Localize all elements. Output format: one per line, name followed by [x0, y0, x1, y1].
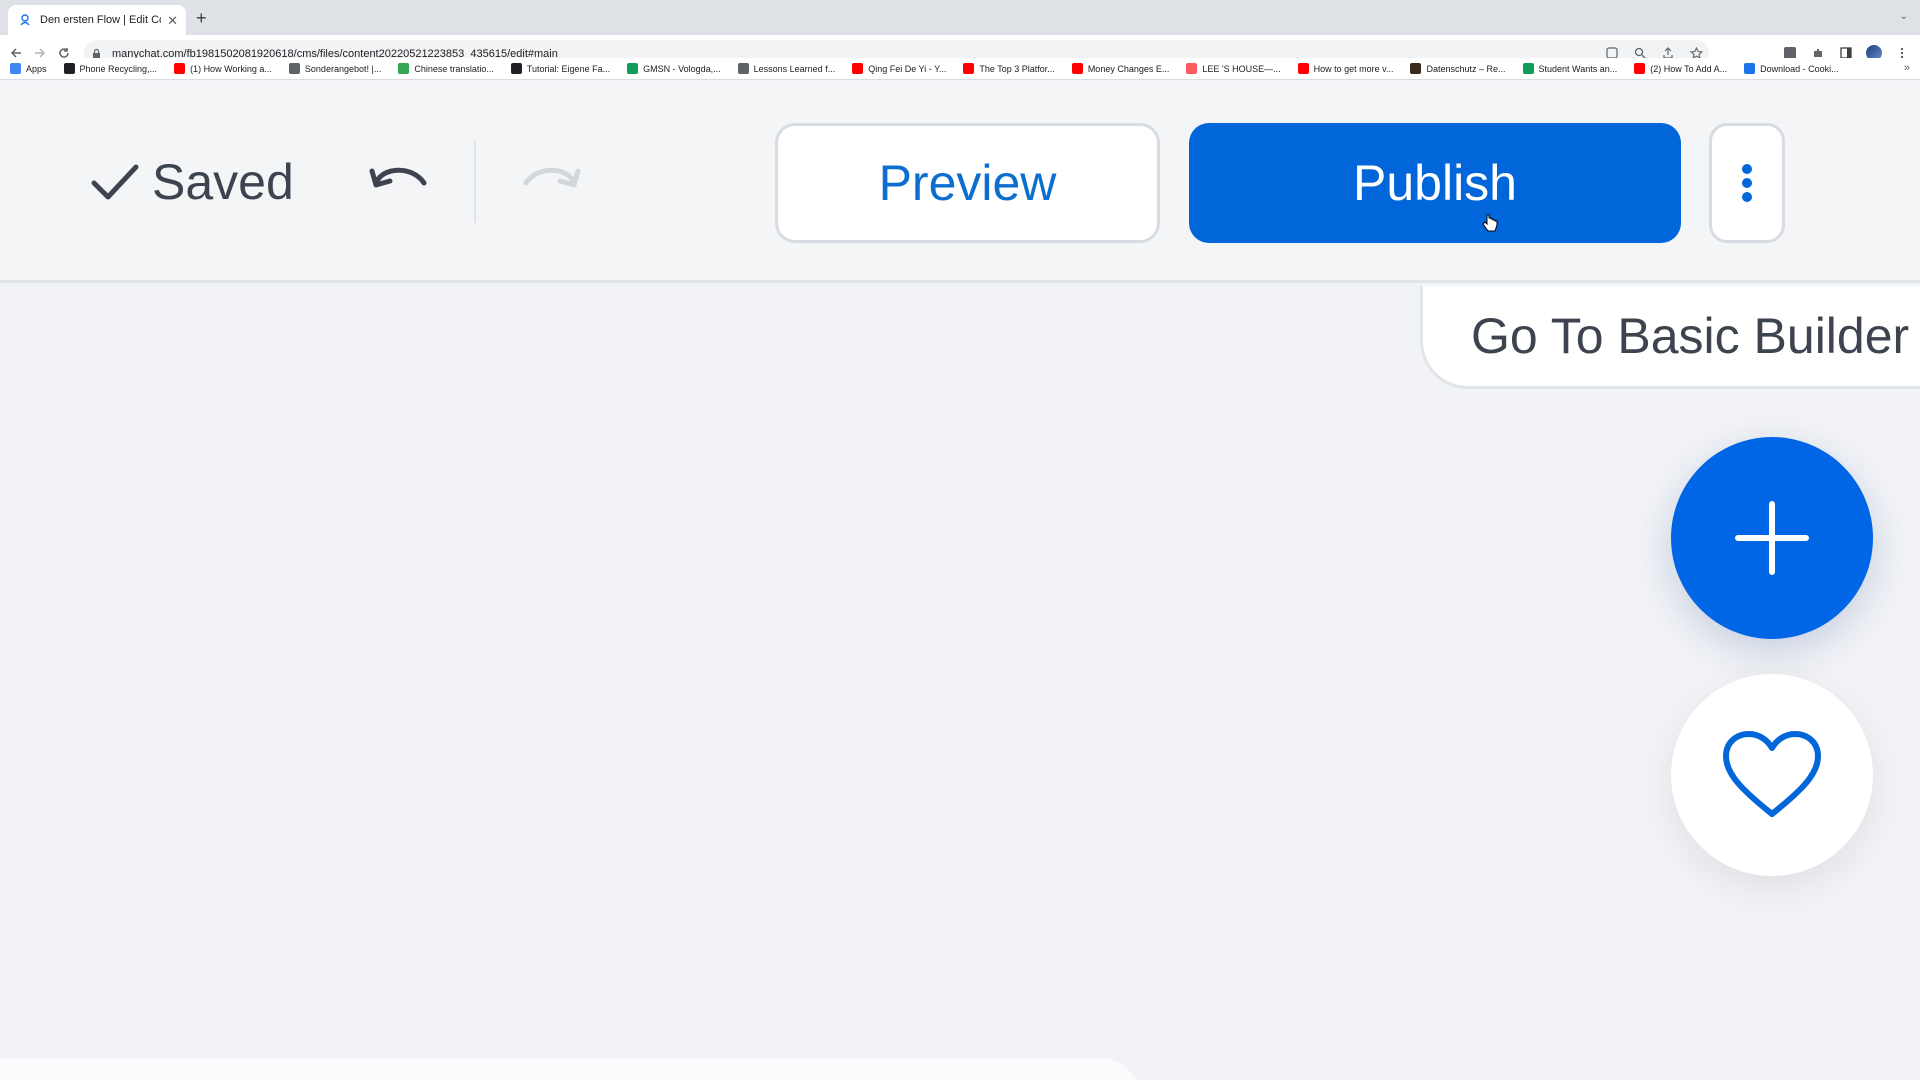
- toolbar-divider: [474, 141, 476, 223]
- bookmark-item[interactable]: Lessons Learned f...: [737, 63, 836, 74]
- bookmark-label: Chinese translatio...: [414, 63, 494, 74]
- bookmark-item[interactable]: Apps: [10, 63, 47, 74]
- add-block-button[interactable]: [1671, 437, 1873, 639]
- go-to-basic-builder-button[interactable]: Go To Basic Builder: [1420, 286, 1920, 389]
- bookmark-item[interactable]: LEE 'S HOUSE—...: [1186, 63, 1281, 74]
- favorites-button[interactable]: [1671, 674, 1873, 876]
- bookmark-favicon-icon: [1186, 63, 1198, 74]
- more-options-button[interactable]: [1709, 123, 1785, 243]
- new-tab-icon[interactable]: +: [196, 9, 207, 27]
- checkmark-icon: [91, 164, 139, 200]
- bookmark-item[interactable]: GMSN - Vologda,...: [627, 63, 721, 74]
- bookmark-favicon-icon: [398, 63, 410, 74]
- bookmark-item[interactable]: Student Wants an...: [1522, 63, 1618, 74]
- bookmark-label: Lessons Learned f...: [753, 63, 836, 74]
- browser-tab-strip: Den ersten Flow | Edit Content ✕ + ⌄: [0, 0, 1920, 35]
- bookmarks-bar: Apps Phone Recycling,... (1) How Working a…: [0, 58, 1920, 80]
- bookmark-favicon-icon: [1744, 63, 1756, 74]
- editor-header: Saved Preview Publish: [0, 81, 1920, 283]
- bookmark-item[interactable]: Sonderangebot! |...: [288, 63, 382, 74]
- bookmark-favicon-icon: [963, 63, 975, 74]
- bookmark-favicon-icon: [1297, 63, 1309, 74]
- bookmark-label: (1) How Working a...: [190, 63, 272, 74]
- saved-label: Saved: [152, 154, 294, 210]
- bookmark-label: How to get more v...: [1313, 63, 1394, 74]
- bookmark-item[interactable]: (2) How To Add A...: [1634, 63, 1727, 74]
- bookmark-label: LEE 'S HOUSE—...: [1202, 63, 1281, 74]
- bookmark-label: Sonderangebot! |...: [304, 63, 382, 74]
- bookmark-label: GMSN - Vologda,...: [643, 63, 721, 74]
- bookmark-label: Qing Fei De Yi - Y...: [868, 63, 947, 74]
- bookmark-item[interactable]: Datenschutz – Re...: [1410, 63, 1506, 74]
- manychat-favicon-icon: [18, 13, 32, 27]
- bookmark-favicon-icon: [737, 63, 749, 74]
- bookmark-label: Phone Recycling,...: [79, 63, 158, 74]
- bookmark-item[interactable]: Chinese translatio...: [398, 63, 494, 74]
- bottom-panel: [0, 1058, 1140, 1080]
- tab-close-icon[interactable]: ✕: [167, 14, 178, 27]
- bookmark-item[interactable]: The Top 3 Platfor...: [963, 63, 1055, 74]
- heart-icon: [1723, 731, 1821, 817]
- undo-icon[interactable]: [368, 161, 430, 203]
- bookmark-label: Money Changes E...: [1087, 63, 1170, 74]
- bookmark-label: Apps: [26, 63, 47, 74]
- bookmark-favicon-icon: [627, 63, 639, 74]
- preview-button[interactable]: Preview: [775, 123, 1160, 243]
- bookmark-item[interactable]: Tutorial: Eigene Fa...: [510, 63, 611, 74]
- bookmark-favicon-icon: [10, 63, 21, 74]
- bookmark-item[interactable]: Qing Fei De Yi - Y...: [852, 63, 946, 74]
- bookmark-favicon-icon: [1410, 63, 1422, 74]
- bookmark-label: (2) How To Add A...: [1650, 63, 1728, 74]
- bookmark-label: The Top 3 Platfor...: [979, 63, 1055, 74]
- bookmark-item[interactable]: Money Changes E...: [1071, 63, 1170, 74]
- bookmark-label: Datenschutz – Re...: [1426, 63, 1506, 74]
- bookmark-favicon-icon: [1071, 63, 1083, 74]
- bookmark-label: Tutorial: Eigene Fa...: [526, 63, 611, 74]
- bookmark-favicon-icon: [63, 63, 75, 74]
- bookmark-favicon-icon: [288, 63, 300, 74]
- bookmark-favicon-icon: [1634, 63, 1646, 74]
- bookmark-item[interactable]: Phone Recycling,...: [63, 63, 158, 74]
- tab-search-chevron-icon[interactable]: ⌄: [1900, 11, 1908, 22]
- hand-cursor-icon: [1482, 214, 1498, 232]
- bookmarks-overflow-icon[interactable]: »: [1904, 62, 1910, 74]
- bookmark-favicon-icon: [174, 63, 186, 74]
- redo-icon[interactable]: [520, 161, 582, 203]
- more-vertical-icon: [1742, 164, 1752, 202]
- bookmark-label: Student Wants an...: [1538, 63, 1618, 74]
- plus-icon: [1735, 501, 1809, 575]
- bookmark-favicon-icon: [510, 63, 522, 74]
- bookmark-favicon-icon: [1522, 63, 1534, 74]
- saved-status: Saved: [90, 153, 294, 211]
- bookmark-label: Download - Cooki...: [1760, 63, 1839, 74]
- bookmark-item[interactable]: How to get more v...: [1297, 63, 1394, 74]
- bookmark-item[interactable]: (1) How Working a...: [174, 63, 272, 74]
- publish-button[interactable]: Publish: [1189, 123, 1681, 243]
- bookmark-favicon-icon: [852, 63, 864, 74]
- bookmark-item[interactable]: Download - Cooki...: [1744, 63, 1839, 74]
- tab-title: Den ersten Flow | Edit Content: [40, 14, 161, 26]
- browser-tab-active[interactable]: Den ersten Flow | Edit Content ✕: [8, 5, 186, 35]
